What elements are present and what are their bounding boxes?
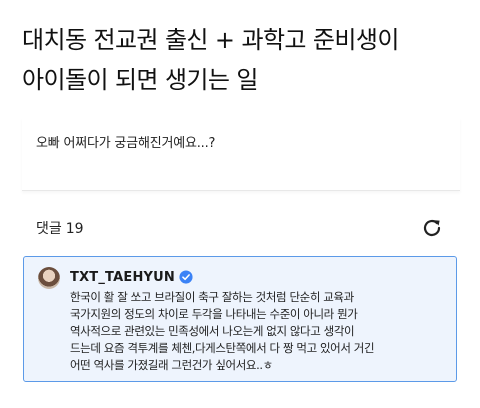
avatar[interactable] xyxy=(38,267,60,289)
comment-author: TXT_TAEHYUN xyxy=(70,268,193,286)
verified-badge-icon xyxy=(179,270,193,284)
comments-header: 댓글 19 xyxy=(36,218,84,238)
comment-line: 드는데 요즘 격투계를 체첸,다게스탄쪽에서 다 짱 먹고 있어서 거긴 xyxy=(70,341,375,355)
comment-text: 한국이 활 잘 쏘고 브라질이 축구 잘하는 것처럼 단순히 교육과 국가지원의… xyxy=(70,289,450,374)
question-card: 오빠 어쩌다가 궁금해진거예요...? xyxy=(22,118,460,191)
headline-line-2: 아이돌이 되면 생기는 일 xyxy=(22,66,258,94)
username[interactable]: TXT_TAEHYUN xyxy=(70,270,175,285)
question-text: 오빠 어쩌다가 궁금해진거예요...? xyxy=(36,136,216,151)
highlighted-comment: TXT_TAEHYUN 한국이 활 잘 쏘고 브라질이 축구 잘하는 것처럼 단… xyxy=(23,256,457,382)
comment-line: 한국이 활 잘 쏘고 브라질이 축구 잘하는 것처럼 단순히 교육과 xyxy=(70,290,354,304)
headline: 대치동 전교권 출신 + 과학고 준비생이 아이돌이 되면 생기는 일 xyxy=(22,20,462,100)
comments-bar: 댓글 19 xyxy=(22,210,460,246)
comment-line: 국가지원의 정도의 차이로 두각을 나타내는 수준이 아니라 뭔가 xyxy=(70,307,358,321)
comments-count: 19 xyxy=(65,221,84,237)
comment-line: 역사적으로 관련있는 민족성에서 나오는게 없지 않다고 생각이 xyxy=(70,324,355,338)
comments-label: 댓글 xyxy=(36,221,62,237)
refresh-icon[interactable] xyxy=(420,216,444,240)
comment-line: 어떤 역사를 가졌길래 그런건가 싶어서요..ㅎ xyxy=(70,358,273,372)
headline-line-1: 대치동 전교권 출신 + 과학고 준비생이 xyxy=(22,26,399,54)
page: 대치동 전교권 출신 + 과학고 준비생이 아이돌이 되면 생기는 일 오빠 어… xyxy=(0,0,480,408)
